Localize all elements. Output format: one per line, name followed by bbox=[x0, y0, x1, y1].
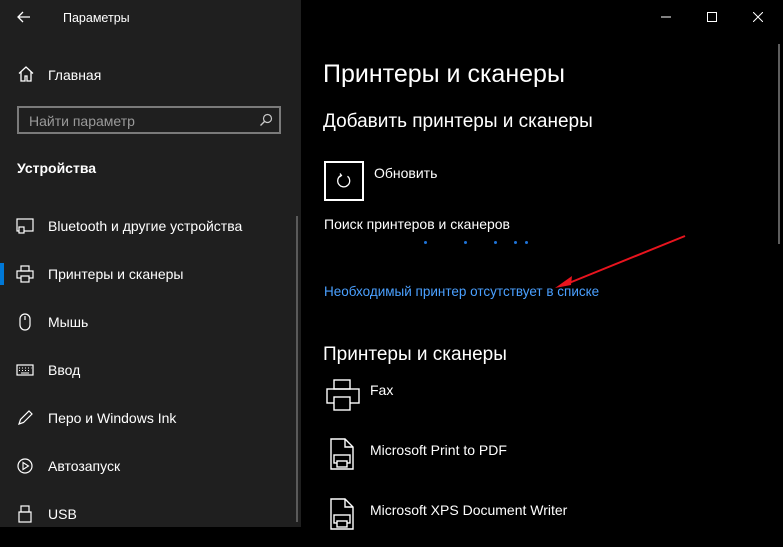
sidebar-scrollbar[interactable] bbox=[296, 216, 298, 522]
back-arrow-icon bbox=[17, 11, 30, 23]
search-placeholder: Найти параметр bbox=[29, 113, 135, 129]
sidebar-item-pen[interactable]: Перо и Windows Ink bbox=[0, 396, 301, 440]
home-icon bbox=[18, 66, 34, 82]
usb-icon bbox=[18, 505, 32, 523]
autoplay-icon bbox=[17, 458, 33, 474]
printer-name: Fax bbox=[370, 382, 394, 398]
printer-item-fax[interactable]: Fax bbox=[301, 377, 783, 427]
main-content: Принтеры и сканеры Добавить принтеры и с… bbox=[301, 0, 783, 530]
printer-icon bbox=[16, 265, 34, 283]
sidebar-item-bluetooth[interactable]: Bluetooth и другие устройства bbox=[0, 204, 301, 248]
sidebar-item-label: Bluetooth и другие устройства bbox=[48, 218, 243, 234]
search-icon[interactable] bbox=[259, 113, 273, 127]
sidebar-item-printers[interactable]: Принтеры и сканеры bbox=[0, 252, 301, 296]
printer-item-pdf[interactable]: Microsoft Print to PDF bbox=[301, 437, 783, 487]
back-button[interactable] bbox=[0, 0, 48, 34]
home-nav-item[interactable]: Главная bbox=[0, 58, 301, 92]
sidebar-item-label: USB bbox=[48, 506, 77, 522]
sidebar-item-autoplay[interactable]: Автозапуск bbox=[0, 444, 301, 488]
sidebar-item-usb[interactable]: USB bbox=[0, 492, 301, 536]
window-title: Параметры bbox=[63, 11, 130, 25]
printer-item-xps[interactable]: Microsoft XPS Document Writer bbox=[301, 497, 783, 547]
document-printer-icon bbox=[330, 438, 354, 470]
selected-indicator bbox=[0, 263, 4, 285]
home-label: Главная bbox=[48, 67, 102, 83]
sidebar-item-label: Принтеры и сканеры bbox=[48, 266, 184, 282]
settings-search-input[interactable]: Найти параметр bbox=[17, 106, 281, 134]
printer-name: Microsoft Print to PDF bbox=[370, 442, 507, 458]
pen-icon bbox=[18, 410, 33, 425]
sidebar-item-label: Автозапуск bbox=[48, 458, 121, 474]
sidebar-section-title: Устройства bbox=[17, 160, 97, 176]
mouse-icon bbox=[19, 313, 31, 331]
document-printer-icon bbox=[330, 498, 354, 530]
sidebar-item-label: Перо и Windows Ink bbox=[48, 410, 177, 426]
sidebar-item-label: Мышь bbox=[48, 314, 89, 330]
printer-name: Microsoft XPS Document Writer bbox=[370, 502, 568, 518]
bluetooth-devices-icon bbox=[16, 218, 34, 234]
sidebar-item-label: Ввод bbox=[48, 362, 81, 378]
printer-icon bbox=[326, 379, 360, 411]
sidebar-item-mouse[interactable]: Мышь bbox=[0, 300, 301, 344]
printers-list-heading: Принтеры и сканеры bbox=[323, 344, 507, 365]
sidebar-item-input[interactable]: Ввод bbox=[0, 348, 301, 392]
sidebar: Параметры Главная Найти параметр Устройс… bbox=[0, 0, 301, 527]
keyboard-icon bbox=[16, 364, 34, 376]
main-scrollbar[interactable] bbox=[778, 44, 780, 244]
